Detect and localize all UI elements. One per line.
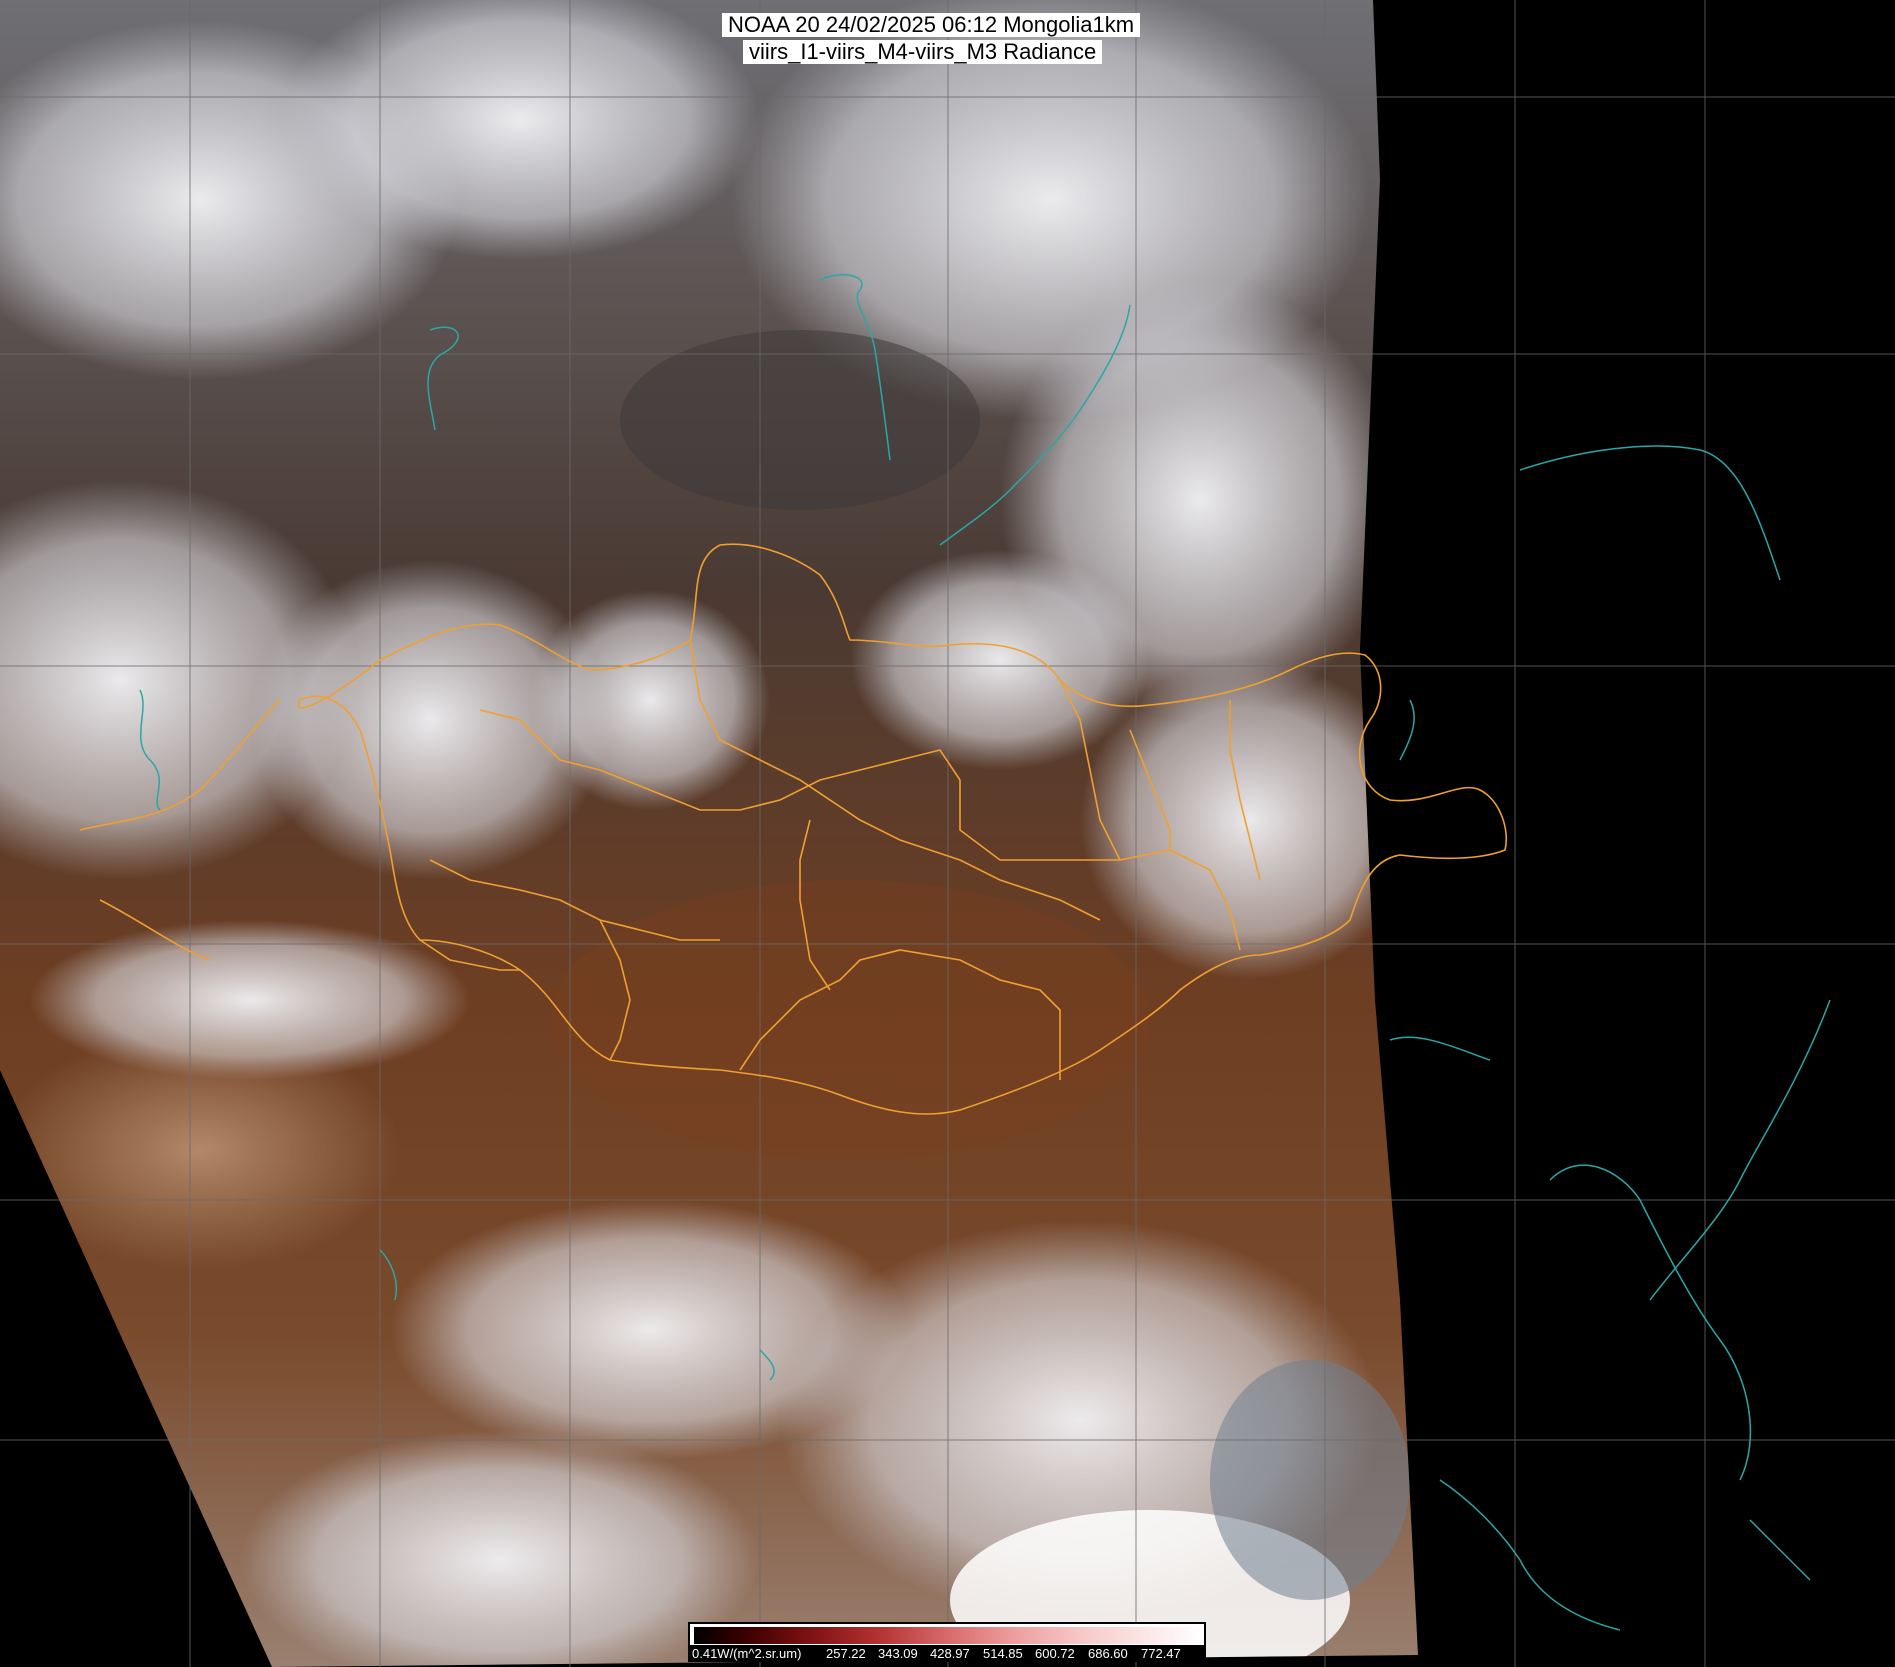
- colorbar-label-5: 600.72: [1035, 1646, 1075, 1661]
- satellite-swath: [0, 0, 1418, 1667]
- colorbar-legend: 0.41W/(m^2.sr.um) 257.22 343.09 428.97 5…: [688, 1622, 1206, 1662]
- colorbar-label-3: 428.97: [930, 1646, 970, 1661]
- colorbar-label-7: 772.47: [1141, 1646, 1181, 1661]
- colorbar-label-1: 257.22: [826, 1646, 866, 1661]
- colorbar-label-4: 514.85: [983, 1646, 1023, 1661]
- colorbar-label-min: 0.41W/(m^2.sr.um): [692, 1646, 802, 1661]
- map-title-line-1: NOAA 20 24/02/2025 06:12 Mongolia1km: [722, 13, 1141, 37]
- colorbar-label-6: 686.60: [1088, 1646, 1128, 1661]
- colorbar-labels: 0.41W/(m^2.sr.um) 257.22 343.09 428.97 5…: [690, 1645, 1204, 1662]
- colorbar-label-2: 343.09: [878, 1646, 918, 1661]
- satellite-map: [0, 0, 1895, 1667]
- map-title-line-2: viirs_I1-viirs_M4-viirs_M3 Radiance: [743, 40, 1103, 64]
- colorbar-gradient: [694, 1627, 1200, 1644]
